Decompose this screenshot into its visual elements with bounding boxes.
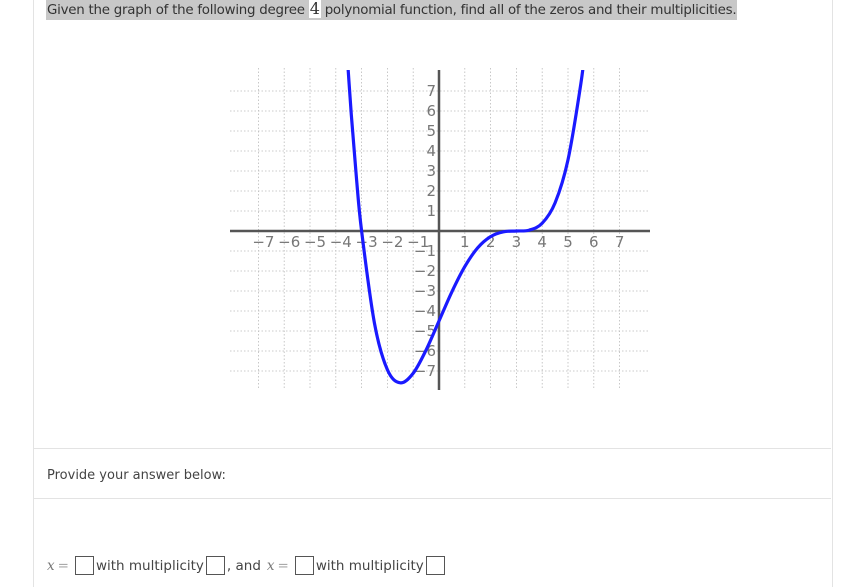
x-tick-label: −7	[252, 233, 274, 251]
zero-2-input[interactable]	[294, 556, 314, 575]
y-tick-label: −4	[414, 302, 436, 320]
y-tick-label: 5	[426, 122, 436, 140]
x-tick-label: 4	[537, 233, 547, 251]
x-tick-label: 5	[563, 233, 573, 251]
x-variable: x	[47, 557, 55, 574]
with-multiplicity-label: with multiplicity	[315, 557, 424, 574]
y-tick-label: −3	[414, 282, 436, 300]
and-label: , and	[226, 557, 261, 574]
y-tick-label: 6	[426, 102, 436, 120]
multiplicity-1-input[interactable]	[205, 556, 225, 575]
x-tick-label: −6	[278, 233, 300, 251]
divider	[34, 448, 831, 449]
x-tick-label: −5	[304, 233, 326, 251]
divider	[34, 498, 831, 499]
question-text-before: Given the graph of the following degree	[47, 3, 305, 18]
y-tick-label: 1	[426, 202, 436, 220]
y-tick-label: −1	[414, 242, 436, 260]
y-tick-label: 2	[426, 182, 436, 200]
y-tick-label: 4	[426, 142, 436, 160]
answer-row: x = with multiplicity , and x = with mul…	[47, 556, 447, 575]
question-text: Given the graph of the following degree …	[46, 0, 738, 20]
y-tick-label: 7	[426, 82, 436, 100]
polynomial-graph: −7 −6 −5 −4 −3 −2 −1 1 2 3 4 5 6 77654321−1−2−3−4−5−6…	[230, 68, 650, 390]
provide-answer-label: Provide your answer below:	[47, 468, 226, 483]
x-tick-label: 3	[512, 233, 522, 251]
with-multiplicity-label: with multiplicity	[95, 557, 204, 574]
y-tick-label: 3	[426, 162, 436, 180]
equals-sign: =	[277, 557, 289, 574]
equals-sign: =	[57, 557, 69, 574]
y-tick-label: −2	[414, 262, 436, 280]
x-tick-label: 1	[460, 233, 470, 251]
x-tick-label: −2	[381, 233, 403, 251]
question-text-after: polynomial function, find all of the zer…	[324, 3, 737, 18]
x-tick-label: 7	[615, 233, 625, 251]
degree-value: 4	[308, 0, 321, 18]
x-tick-label: 6	[589, 233, 599, 251]
zero-1-input[interactable]	[74, 556, 94, 575]
x-tick-label: −3	[356, 233, 378, 251]
x-variable: x	[266, 557, 275, 574]
x-tick-label: −4	[330, 233, 352, 251]
multiplicity-2-input[interactable]	[425, 556, 445, 575]
